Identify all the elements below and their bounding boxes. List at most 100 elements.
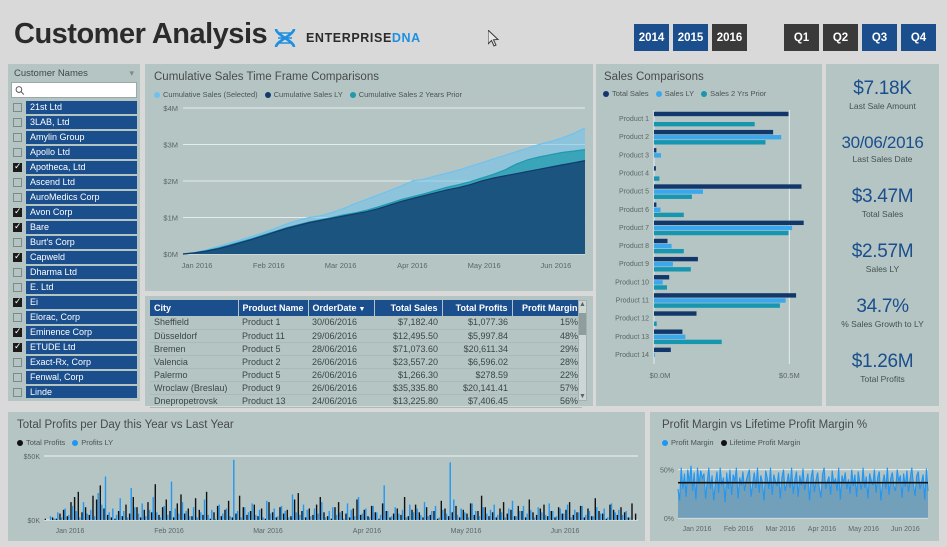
quarter-slicer[interactable]: Q1 Q2 Q3 Q4 (784, 24, 936, 51)
year-button-2015[interactable]: 2015 (673, 24, 708, 51)
sales-comparisons-chart[interactable]: Product 1 Product 2 Product 3 Product 4 Prod… (596, 102, 822, 406)
slicer-item[interactable]: Apollo Ltd (11, 145, 137, 160)
slicer-item[interactable]: AuroMedics Corp (11, 190, 137, 205)
checkbox-icon[interactable] (13, 268, 22, 277)
checkbox-icon[interactable] (13, 148, 22, 157)
svg-text:Mar 2016: Mar 2016 (253, 528, 283, 535)
slicer-item[interactable]: Eminence Corp (11, 325, 137, 340)
table-column-header[interactable]: OrderDate ▼ (308, 300, 375, 316)
customer-list[interactable]: 21st Ltd 3LAB, Ltd Amylin Group Apollo Ltd A… (11, 100, 137, 398)
kpi-value: 30/06/2016 (841, 133, 924, 152)
table-column-header[interactable]: Total Sales (374, 300, 443, 316)
customer-names-slicer[interactable]: Customer Names ▾ 21st Ltd 3LAB, Ltd Amylin… (8, 64, 140, 401)
caret-down-icon[interactable]: ▼ (579, 393, 586, 400)
checkbox-icon[interactable] (13, 341, 22, 352)
kpi-card: $3.47M Total Sales (826, 186, 939, 219)
table-cell: $13,225.80 (374, 394, 442, 408)
checkbox-icon[interactable] (13, 161, 22, 172)
checkbox-icon[interactable] (13, 133, 22, 142)
table-column-header[interactable]: Product Name (238, 300, 309, 316)
cumulative-sales-chart[interactable]: $0M $1M $2M $3M $4M Jan 2016 Feb 2016 Mar 2016 A… (145, 102, 593, 290)
legend-item[interactable]: Cumulative Sales (Selected) (154, 90, 258, 99)
slicer-item[interactable]: 21st Ltd (11, 100, 137, 115)
checkbox-icon[interactable] (13, 326, 22, 337)
year-button-2016[interactable]: 2016 (712, 24, 747, 51)
slicer-item[interactable]: Capweld (11, 250, 137, 265)
search-input[interactable] (27, 85, 136, 95)
caret-up-icon[interactable]: ▲ (579, 301, 586, 308)
legend-item[interactable]: Total Profits (17, 438, 65, 447)
table-row[interactable]: Bremen Product 5 28/06/2016 $71,073.60 $20,6… (150, 342, 582, 356)
table-column-header[interactable]: Profit Margin (512, 300, 583, 316)
legend-item[interactable]: Lifetime Profit Margin (720, 438, 800, 447)
legend-item[interactable]: Profits LY (72, 438, 113, 447)
slicer-item[interactable]: ETUDE Ltd (11, 340, 137, 355)
legend-item[interactable]: Total Sales (603, 89, 649, 98)
slicer-item[interactable]: Apotheca, Ltd (11, 160, 137, 175)
sort-descending-icon[interactable]: ▼ (357, 306, 365, 313)
svg-text:$0.5M: $0.5M (779, 371, 800, 380)
total-profits-per-day-chart[interactable]: $50K $0K Jan 2016 Feb 2016 Mar 2016 Apr 2016 M… (8, 452, 645, 541)
legend-item[interactable]: Sales LY (655, 89, 694, 98)
year-button-2014[interactable]: 2014 (634, 24, 669, 51)
slicer-item[interactable]: E. Ltd (11, 280, 137, 295)
slicer-item[interactable]: Bare (11, 220, 137, 235)
slicer-item[interactable]: Linde (11, 385, 137, 398)
slicer-item[interactable]: 3LAB, Ltd (11, 115, 137, 130)
legend-item[interactable]: Cumulative Sales 2 Years Prior (349, 90, 462, 99)
quarter-button-q3[interactable]: Q3 (862, 24, 897, 51)
checkbox-icon[interactable] (13, 358, 22, 367)
scrollbar-thumb[interactable] (579, 313, 586, 335)
checkbox-icon[interactable] (13, 103, 22, 112)
table-row[interactable]: Palermo Product 5 26/06/2016 $1,266.30 $278.… (150, 368, 582, 382)
slicer-item[interactable]: Ascend Ltd (11, 175, 137, 190)
table-cell: 26/06/2016 (308, 355, 374, 369)
checkbox-icon[interactable] (13, 373, 22, 382)
year-slicer[interactable]: 2014 2015 2016 (634, 24, 747, 51)
table-column-header[interactable]: City (150, 300, 239, 316)
slicer-item[interactable]: Fenwal, Corp (11, 370, 137, 385)
table-row[interactable]: Düsseldorf Product 11 29/06/2016 $12,495.50… (150, 329, 582, 343)
checkbox-icon[interactable] (13, 388, 22, 397)
search-box[interactable] (11, 82, 137, 98)
quarter-button-q4[interactable]: Q4 (901, 24, 936, 51)
slicer-item[interactable]: Ei (11, 295, 137, 310)
checkbox-icon[interactable] (13, 296, 22, 307)
checkbox-icon[interactable] (13, 283, 22, 292)
legend-item[interactable]: Cumulative Sales LY (264, 90, 343, 99)
slicer-item[interactable]: Exact-Rx, Corp (11, 355, 137, 370)
svg-text:Product 7: Product 7 (619, 225, 649, 232)
kpi-panel: $7.18K Last Sale Amount 30/06/2016 Last Sal… (826, 64, 939, 406)
brand-primary-text: ENTERPRISE (306, 31, 392, 45)
slicer-item[interactable]: Dharma Ltd (11, 265, 137, 280)
slicer-item[interactable]: Amylin Group (11, 130, 137, 145)
slicer-item[interactable]: Elorac, Corp (11, 310, 137, 325)
checkbox-icon[interactable] (13, 178, 22, 187)
checkbox-icon[interactable] (13, 313, 22, 322)
quarter-button-q2[interactable]: Q2 (823, 24, 858, 51)
chevron-down-icon[interactable]: ▾ (129, 68, 134, 79)
quarter-button-q1[interactable]: Q1 (784, 24, 819, 51)
slicer-item[interactable]: Burt's Corp (11, 235, 137, 250)
table-cell: $1,266.30 (374, 368, 442, 382)
checkbox-icon[interactable] (13, 251, 22, 262)
table-row[interactable]: Sheffield Product 1 30/06/2016 $7,182.40 $1,… (150, 316, 582, 330)
table-row[interactable]: Valencia Product 2 26/06/2016 $23,557.20 $6,… (150, 355, 582, 369)
legend-item[interactable]: Sales 2 Yrs Prior (701, 89, 766, 98)
profit-margin-chart[interactable]: 50% 0% Jan 2016 Feb 2016 Mar 2016 Apr 2016 May… (650, 452, 939, 541)
checkbox-icon[interactable] (13, 238, 22, 247)
checkbox-icon[interactable] (13, 118, 22, 127)
table-header-row[interactable]: City Product Name OrderDate ▼ Total Sales To… (150, 300, 583, 316)
table-body[interactable]: Sheffield Product 1 30/06/2016 $7,182.40 $1,… (150, 316, 582, 408)
table-column-header[interactable]: Total Profits (442, 300, 513, 316)
svg-text:$0K: $0K (28, 518, 41, 525)
slicer-item[interactable]: Avon Corp (11, 205, 137, 220)
table-row[interactable]: Wroclaw (Breslau) Product 9 26/06/2016 $35,… (150, 381, 582, 395)
details-table[interactable]: City Product Name OrderDate ▼ Total Sales To… (150, 300, 583, 408)
checkbox-icon[interactable] (13, 206, 22, 217)
legend-item[interactable]: Profit Margin (662, 438, 714, 447)
table-row[interactable]: Dnepropetrovsk Product 13 24/06/2016 $13,22… (150, 394, 582, 408)
checkbox-icon[interactable] (13, 221, 22, 232)
table-scrollbar[interactable]: ▲ ▼ (578, 300, 587, 401)
checkbox-icon[interactable] (13, 193, 22, 202)
